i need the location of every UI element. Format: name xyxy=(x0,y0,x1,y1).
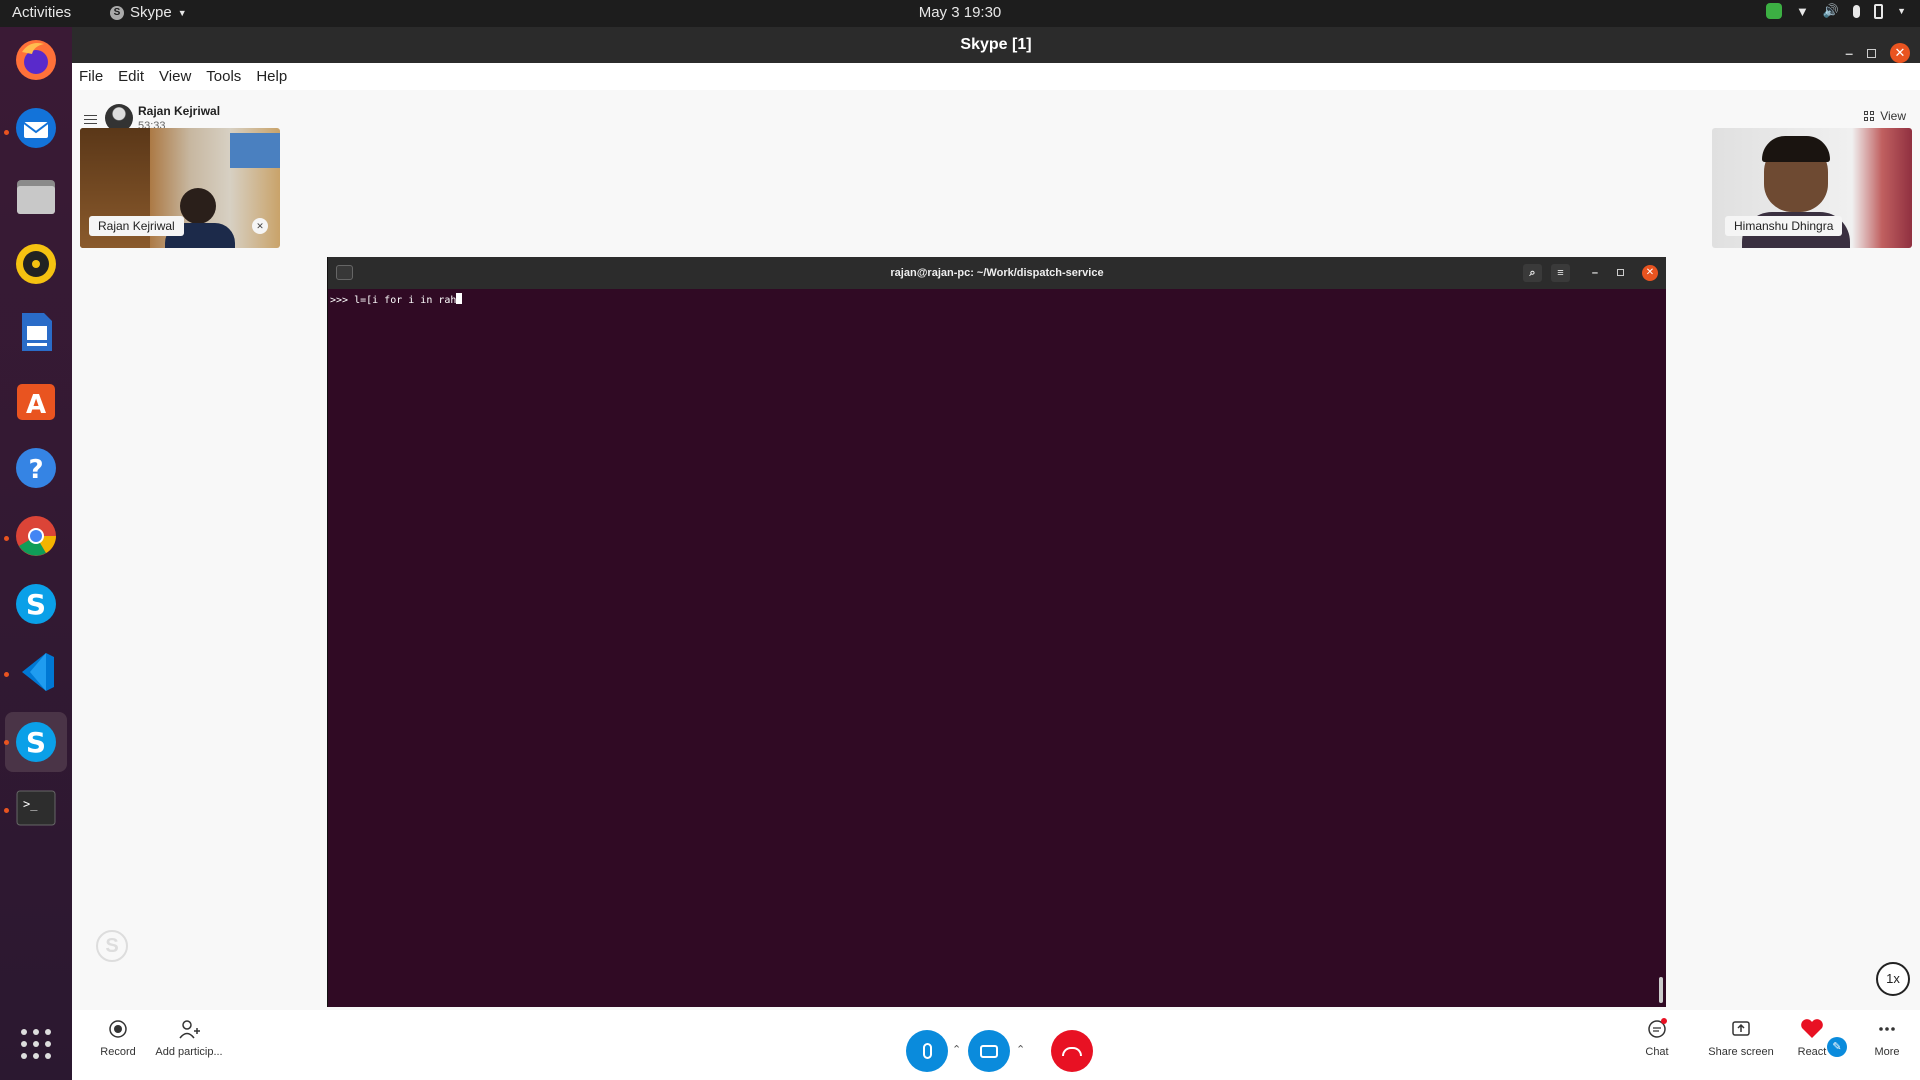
minimize-button[interactable]: – xyxy=(1592,257,1598,289)
close-button[interactable]: ✕ xyxy=(1642,265,1658,281)
vscode-icon[interactable] xyxy=(12,648,60,696)
hamburger-icon[interactable] xyxy=(84,115,97,124)
microphone-icon xyxy=(922,1043,932,1059)
hang-up-icon xyxy=(1062,1046,1082,1056)
writer-icon[interactable] xyxy=(12,308,60,356)
record-icon xyxy=(109,1020,127,1038)
wifi-icon: ▼ xyxy=(1796,3,1809,19)
shared-terminal[interactable]: rajan@rajan-pc: ~/Work/dispatch-service … xyxy=(327,257,1666,1007)
menubar: File Edit View Tools Help xyxy=(72,63,1920,90)
menu-icon[interactable]: ≡ xyxy=(1551,264,1570,282)
thunderbird-icon[interactable] xyxy=(12,104,60,152)
terminal-output[interactable]: >>> l=[i for i in rah xyxy=(328,289,1666,310)
microphone-icon xyxy=(1853,4,1861,18)
svg-text:?: ? xyxy=(28,455,43,485)
maximize-button[interactable] xyxy=(1617,269,1624,276)
caller-name: Rajan Kejriwal xyxy=(138,104,221,118)
react-label: React xyxy=(1797,1046,1827,1058)
edit-pen-icon[interactable]: ✎ xyxy=(1827,1037,1847,1057)
participant-figure xyxy=(180,188,216,224)
terminal-titlebar[interactable]: rajan@rajan-pc: ~/Work/dispatch-service … xyxy=(328,257,1666,289)
system-topbar: Activities S Skype ▼ May 3 19:30 ▼ 🔊 ▼ xyxy=(0,0,1920,27)
files-icon[interactable] xyxy=(12,172,60,220)
skype-watermark-icon: S xyxy=(96,930,128,962)
grid-icon xyxy=(1864,111,1875,121)
volume-icon: 🔊 xyxy=(1822,3,1840,18)
more-button[interactable]: More xyxy=(1867,1018,1907,1058)
app-grid-icon[interactable] xyxy=(12,1020,60,1068)
participant-video-himanshu[interactable]: Himanshu Dhingra xyxy=(1712,128,1912,248)
app-menu-label: Skype xyxy=(130,4,172,21)
view-button[interactable]: View xyxy=(1864,109,1906,123)
view-label: View xyxy=(1880,109,1906,123)
menu-edit[interactable]: Edit xyxy=(118,68,144,85)
clock[interactable]: May 3 19:30 xyxy=(919,4,1002,21)
menu-view[interactable]: View xyxy=(159,68,191,85)
svg-text:S: S xyxy=(26,588,46,621)
share-screen-label: Share screen xyxy=(1708,1046,1774,1058)
microphone-button[interactable] xyxy=(906,1030,948,1072)
skype-status-icon xyxy=(1766,3,1783,19)
menu-file[interactable]: File xyxy=(79,68,103,85)
participant-name: Himanshu Dhingra xyxy=(1725,216,1843,236)
chevron-down-icon: ▼ xyxy=(177,7,187,18)
more-label: More xyxy=(1874,1046,1900,1058)
skype-icon[interactable]: S xyxy=(12,580,60,628)
svg-text:>_: >_ xyxy=(23,797,38,811)
scrollbar[interactable] xyxy=(1659,977,1663,1003)
maximize-button[interactable] xyxy=(1867,48,1876,58)
rhythmbox-icon[interactable] xyxy=(12,240,60,288)
chat-label: Chat xyxy=(1645,1046,1669,1058)
chat-icon xyxy=(1648,1018,1667,1038)
participant-video-rajan[interactable]: Rajan Kejriwal ✕ xyxy=(80,128,280,248)
search-icon[interactable]: ⌕ xyxy=(1523,264,1542,282)
speed-indicator[interactable]: 1x xyxy=(1876,962,1910,996)
add-participant-label: Add particip... xyxy=(155,1046,223,1058)
mute-icon: ✕ xyxy=(252,218,268,234)
terminal-icon[interactable]: >_ xyxy=(12,784,60,832)
add-participant-button[interactable]: Add particip... xyxy=(139,1018,239,1058)
more-icon xyxy=(1879,1027,1895,1031)
activities-button[interactable]: Activities xyxy=(12,4,71,21)
share-screen-icon xyxy=(1732,1021,1750,1036)
call-header: Rajan Kejriwal 53:33 View xyxy=(72,90,1920,150)
chevron-up-icon[interactable]: ⌃ xyxy=(952,1043,961,1056)
chevron-up-icon[interactable]: ⌃ xyxy=(1016,1043,1025,1056)
window-title: Skype [1] xyxy=(960,36,1032,53)
chevron-down-icon: ▼ xyxy=(1897,6,1906,16)
skype-active-icon[interactable]: S xyxy=(5,712,67,772)
chat-button[interactable]: Chat xyxy=(1632,1018,1682,1058)
skype-icon: S xyxy=(110,5,124,20)
help-icon[interactable]: ? xyxy=(12,444,60,492)
text-cursor xyxy=(456,293,463,304)
add-person-icon xyxy=(179,1020,200,1039)
terminal-title: rajan@rajan-pc: ~/Work/dispatch-service xyxy=(890,267,1104,279)
system-tray[interactable]: ▼ 🔊 ▼ xyxy=(1766,3,1906,19)
chrome-icon[interactable] xyxy=(12,512,60,560)
menu-help[interactable]: Help xyxy=(256,68,287,85)
svg-text:S: S xyxy=(26,726,46,759)
heart-icon xyxy=(1801,1019,1823,1038)
firefox-icon[interactable] xyxy=(12,36,60,84)
terminal-prompt-line: >>> l=[i for i in rah xyxy=(330,295,457,306)
video-icon xyxy=(980,1044,998,1058)
close-button[interactable]: ✕ xyxy=(1890,43,1910,63)
video-button[interactable] xyxy=(968,1030,1010,1072)
minimize-button[interactable]: – xyxy=(1845,35,1853,71)
end-call-button[interactable] xyxy=(1051,1030,1093,1072)
window-titlebar[interactable]: Skype [1] – ✕ xyxy=(72,27,1920,63)
share-screen-button[interactable]: Share screen xyxy=(1706,1018,1776,1058)
new-tab-icon[interactable] xyxy=(336,265,353,280)
dock: A ? S S >_ xyxy=(0,27,72,1080)
app-center-icon[interactable]: A xyxy=(12,376,60,424)
call-controls: Record Add particip... ⌃ ⌃ Chat Share sc… xyxy=(72,1010,1920,1080)
menu-tools[interactable]: Tools xyxy=(206,68,241,85)
participant-name: Rajan Kejriwal xyxy=(89,216,184,236)
battery-icon xyxy=(1874,3,1884,19)
record-label: Record xyxy=(100,1046,136,1058)
app-menu[interactable]: S Skype ▼ xyxy=(110,4,187,21)
svg-text:A: A xyxy=(26,390,46,420)
